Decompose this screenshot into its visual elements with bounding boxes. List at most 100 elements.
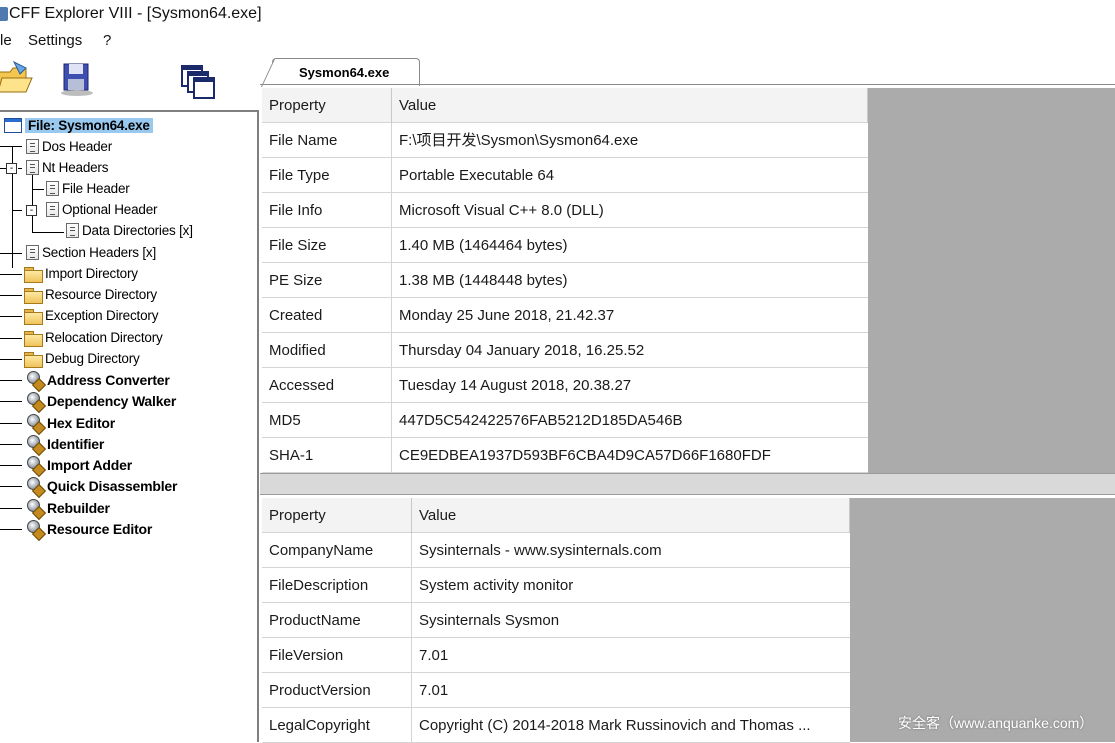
table-row[interactable]: Modified Thursday 04 January 2018, 16.25.…	[262, 333, 868, 368]
tree-connector	[0, 465, 22, 466]
column-header-property: Property	[262, 498, 412, 533]
tree-item-label: File Header	[62, 181, 130, 196]
property-cell: Modified	[262, 333, 392, 368]
value-cell: Thursday 04 January 2018, 16.25.52	[399, 342, 645, 359]
table-header-row: Property Value	[262, 498, 850, 533]
table-row[interactable]: PE Size 1.38 MB (1448448 bytes)	[262, 263, 868, 298]
tree-item-label: Import Adder	[47, 456, 132, 473]
table-row[interactable]: FileVersion 7.01	[262, 638, 850, 673]
tree-item-label: Hex Editor	[47, 414, 116, 431]
windows-icon[interactable]	[180, 64, 216, 104]
tree-connector	[0, 338, 22, 339]
tree-tool-import-adder[interactable]: Import Adder	[25, 454, 132, 475]
tree-item-resource-directory[interactable]: Resource Directory	[24, 284, 157, 305]
tab-label: Sysmon64.exe	[299, 65, 390, 80]
tree-connector	[32, 189, 44, 190]
panel-splitter[interactable]	[260, 473, 1115, 495]
tree-connector	[0, 486, 22, 487]
property-cell: File Size	[262, 228, 392, 263]
folder-icon	[24, 266, 43, 283]
tool-icon	[25, 519, 44, 538]
table-row[interactable]: Accessed Tuesday 14 August 2018, 20.38.27	[262, 368, 868, 403]
value-cell: CE9EDBEA1937D593BF6CBA4D9CA57D66F1680FDF	[399, 447, 771, 464]
table-row[interactable]: Created Monday 25 June 2018, 21.42.37	[262, 298, 868, 333]
tree-connector	[32, 232, 64, 233]
property-cell: SHA-1	[262, 438, 392, 473]
table-row[interactable]: ProductVersion 7.01	[262, 673, 850, 708]
value-cell: 1.38 MB (1448448 bytes)	[399, 272, 568, 289]
tree-item-data-directories[interactable]: Data Directories [x]	[66, 220, 193, 241]
tree-connector	[18, 168, 22, 169]
tree-item-nt-headers[interactable]: Nt Headers	[26, 157, 108, 178]
tree-tool-dependency-walker[interactable]: Dependency Walker	[25, 390, 176, 411]
open-folder-icon[interactable]	[0, 58, 36, 102]
property-cell: Created	[262, 298, 392, 333]
folder-icon	[24, 287, 43, 304]
collapse-optional-header-icon[interactable]: -	[26, 205, 37, 216]
tree-item-file[interactable]: File: Sysmon64.exe	[4, 115, 153, 136]
document-icon	[46, 202, 59, 217]
property-cell: File Type	[262, 158, 392, 193]
tree-item-file-header[interactable]: File Header	[46, 178, 130, 199]
tree-item-label: Resource Directory	[45, 287, 157, 302]
table-row[interactable]: SHA-1 CE9EDBEA1937D593BF6CBA4D9CA57D66F16…	[262, 438, 868, 473]
menu-help[interactable]: ?	[103, 32, 111, 49]
menu-bar: le Settings ?	[0, 30, 1115, 54]
tree-item-debug-directory[interactable]: Debug Directory	[24, 348, 140, 369]
collapse-nt-headers-icon[interactable]: -	[6, 163, 17, 174]
tree-item-label: Quick Disassembler	[47, 477, 178, 494]
tree-item-label: Rebuilder	[47, 499, 110, 516]
title-bar: CFF Explorer VIII - [Sysmon64.exe]	[0, 0, 1115, 30]
table-row[interactable]: ProductName Sysinternals Sysmon	[262, 603, 850, 638]
property-cell: LegalCopyright	[262, 708, 412, 743]
tab-divider	[260, 84, 1115, 85]
tree-connector	[0, 401, 22, 402]
file-info-panel: Property Value File Name F:\项目开发\Sysmon\Sys…	[262, 88, 1115, 473]
tree-item-exception-directory[interactable]: Exception Directory	[24, 305, 158, 326]
property-cell: File Info	[262, 193, 392, 228]
version-info-panel: Property Value CompanyName Sysinternals - w…	[262, 498, 1115, 743]
tree-tool-rebuilder[interactable]: Rebuilder	[25, 497, 110, 518]
window-title: CFF Explorer VIII - [Sysmon64.exe]	[9, 5, 262, 22]
document-icon	[26, 139, 39, 154]
table-row[interactable]: FileDescription System activity monitor	[262, 568, 850, 603]
tree-tool-quick-disassembler[interactable]: Quick Disassembler	[25, 475, 177, 496]
tree-item-label: Resource Editor	[47, 520, 153, 537]
column-header-property: Property	[262, 88, 392, 123]
value-cell: 7.01	[419, 647, 449, 664]
table-row[interactable]: File Info Microsoft Visual C++ 8.0 (DLL)	[262, 193, 868, 228]
tab-sysmon64[interactable]: Sysmon64.exe	[261, 58, 420, 87]
menu-settings[interactable]: Settings	[28, 32, 82, 49]
value-cell: 447D5C542422576FAB5212D185DA546B	[399, 412, 683, 429]
tree-connector	[0, 274, 22, 275]
tree-connector	[12, 210, 22, 211]
value-cell: F:\项目开发\Sysmon\Sysmon64.exe	[399, 132, 639, 149]
column-header-value: Value	[392, 88, 868, 123]
table-row[interactable]: File Size 1.40 MB (1464464 bytes)	[262, 228, 868, 263]
tree-item-import-directory[interactable]: Import Directory	[24, 263, 138, 284]
tree-item-optional-header[interactable]: Optional Header	[46, 199, 158, 220]
tree-tool-resource-editor[interactable]: Resource Editor	[25, 518, 152, 539]
version-info-table: Property Value CompanyName Sysinternals - w…	[262, 498, 850, 743]
tool-icon	[25, 476, 44, 495]
save-disk-icon[interactable]	[58, 60, 96, 102]
table-row[interactable]: MD5 447D5C542422576FAB5212D185DA546B	[262, 403, 868, 438]
tree-connector	[0, 295, 22, 296]
tree-item-relocation-directory[interactable]: Relocation Directory	[24, 327, 163, 348]
tree-connector	[0, 423, 22, 424]
table-row[interactable]: CompanyName Sysinternals - www.sysinterna…	[262, 533, 850, 568]
tree-tool-hex-editor[interactable]: Hex Editor	[25, 412, 115, 433]
tree-item-dos-header[interactable]: Dos Header	[26, 136, 112, 157]
value-cell: Tuesday 14 August 2018, 20.38.27	[399, 377, 632, 394]
table-row[interactable]: File Name F:\项目开发\Sysmon\Sysmon64.exe	[262, 123, 868, 158]
menu-file[interactable]: le	[0, 32, 12, 49]
tree-tool-identifier[interactable]: Identifier	[25, 433, 104, 454]
tree-connector	[0, 444, 22, 445]
table-row[interactable]: LegalCopyright Copyright (C) 2014-2018 Ma…	[262, 708, 850, 743]
table-row[interactable]: File Type Portable Executable 64	[262, 158, 868, 193]
property-cell: Accessed	[262, 368, 392, 403]
value-cell: Monday 25 June 2018, 21.42.37	[399, 307, 615, 324]
tool-icon	[25, 498, 44, 517]
tree-tool-address-converter[interactable]: Address Converter	[25, 369, 170, 390]
tree-item-section-headers[interactable]: Section Headers [x]	[26, 242, 156, 263]
